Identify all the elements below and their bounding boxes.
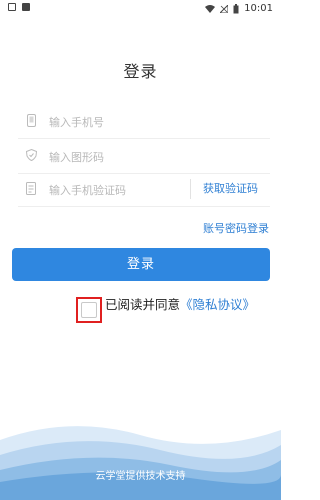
phone-icon — [25, 113, 37, 127]
page-title: 登录 — [123, 62, 158, 81]
signal-icon — [220, 4, 229, 13]
footer-waves — [0, 426, 281, 500]
battery-icon — [233, 3, 239, 13]
notification-icon — [8, 3, 16, 11]
shield-icon — [25, 148, 37, 162]
sms-code-field[interactable]: 输入手机验证码 获取验证码 — [18, 172, 270, 207]
captcha-input[interactable]: 输入图形码 — [49, 149, 104, 165]
sms-code-input[interactable]: 输入手机验证码 — [49, 182, 126, 198]
footer-text: 云学堂提供技术支持 — [95, 471, 186, 482]
wifi-icon — [205, 4, 216, 13]
privacy-policy-link[interactable]: 《隐私协议》 — [180, 294, 255, 313]
notification-icon — [22, 3, 30, 11]
phone-field[interactable]: 输入手机号 — [18, 104, 270, 139]
status-right: 10:01 — [205, 3, 273, 14]
agreement-text: 已阅读并同意 — [105, 296, 181, 312]
login-button[interactable]: 登录 — [12, 248, 270, 281]
agreement-row: 已阅读并同意 《隐私协议》 — [76, 292, 255, 323]
sms-icon — [25, 181, 37, 195]
phone-input[interactable]: 输入手机号 — [49, 114, 104, 130]
status-time: 10:01 — [244, 3, 273, 14]
password-login-link[interactable]: 账号密码登录 — [203, 220, 269, 236]
status-left — [8, 3, 30, 11]
captcha-field[interactable]: 输入图形码 — [18, 139, 270, 174]
checkbox-highlight[interactable] — [76, 297, 102, 323]
get-code-button[interactable]: 获取验证码 — [190, 179, 258, 199]
status-bar: 10:01 — [0, 0, 281, 18]
agreement-checkbox[interactable] — [81, 302, 97, 318]
